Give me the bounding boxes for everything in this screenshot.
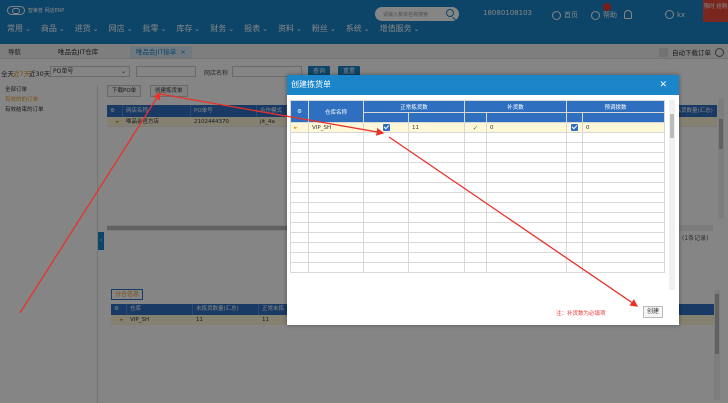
create-pick-list-dialog: 创建拣货单 ✕ ⚙ 仓库名称 正常拣货数 补货数 预调拨数 ► VIP_SH 1… bbox=[287, 75, 679, 325]
required-note: 注：补货数为必填项 bbox=[556, 311, 606, 317]
empty-row bbox=[290, 262, 666, 273]
empty-row bbox=[290, 252, 666, 263]
col-warehouse-name: 仓库名称 bbox=[308, 100, 364, 123]
cell-preset-qty[interactable]: 0 bbox=[582, 122, 666, 133]
gear-icon[interactable]: ⚙ bbox=[290, 100, 309, 123]
create-button[interactable]: 创建 bbox=[643, 306, 664, 318]
col-supply-qty: 补货数 bbox=[464, 100, 568, 113]
dialog-title: 创建拣货单 bbox=[287, 75, 679, 95]
subcol bbox=[566, 112, 584, 123]
subcol bbox=[407, 112, 466, 123]
close-icon[interactable]: ✕ bbox=[659, 75, 667, 95]
col-preset-qty: 预调拨数 bbox=[566, 100, 666, 113]
empty-row bbox=[290, 182, 666, 193]
normal-qty-checkbox[interactable] bbox=[363, 122, 409, 133]
pick-list-table: ⚙ 仓库名称 正常拣货数 补货数 预调拨数 ► VIP_SH 11 ✓ 0 0 bbox=[290, 100, 666, 273]
empty-row bbox=[290, 132, 666, 143]
preset-qty-checkbox[interactable] bbox=[566, 122, 584, 133]
empty-row bbox=[290, 212, 666, 223]
empty-row bbox=[290, 162, 666, 173]
supply-check-icon: ✓ bbox=[464, 122, 488, 133]
cell-supply-qty[interactable]: 0 bbox=[486, 122, 568, 133]
empty-row bbox=[290, 172, 666, 183]
vertical-scrollbar[interactable] bbox=[669, 100, 675, 290]
checkbox-icon[interactable] bbox=[382, 124, 390, 131]
cell-normal-qty[interactable]: 11 bbox=[407, 122, 466, 133]
row-arrow-icon: ► bbox=[290, 122, 309, 133]
subcol bbox=[464, 112, 488, 123]
empty-row bbox=[290, 142, 666, 153]
col-normal-pick-qty: 正常拣货数 bbox=[362, 100, 466, 113]
empty-row bbox=[290, 232, 666, 243]
subcol bbox=[363, 112, 409, 123]
subcol bbox=[486, 112, 568, 123]
table-row[interactable]: ► VIP_SH 11 ✓ 0 0 bbox=[290, 122, 666, 133]
empty-row bbox=[290, 202, 666, 213]
cell-warehouse: VIP_SH bbox=[308, 122, 364, 133]
empty-row bbox=[290, 192, 666, 203]
empty-row bbox=[290, 242, 666, 253]
subcol bbox=[582, 112, 666, 123]
checkbox-icon[interactable] bbox=[571, 124, 579, 131]
empty-row bbox=[290, 152, 666, 163]
scrollbar-thumb[interactable] bbox=[670, 114, 674, 138]
empty-row bbox=[290, 222, 666, 233]
